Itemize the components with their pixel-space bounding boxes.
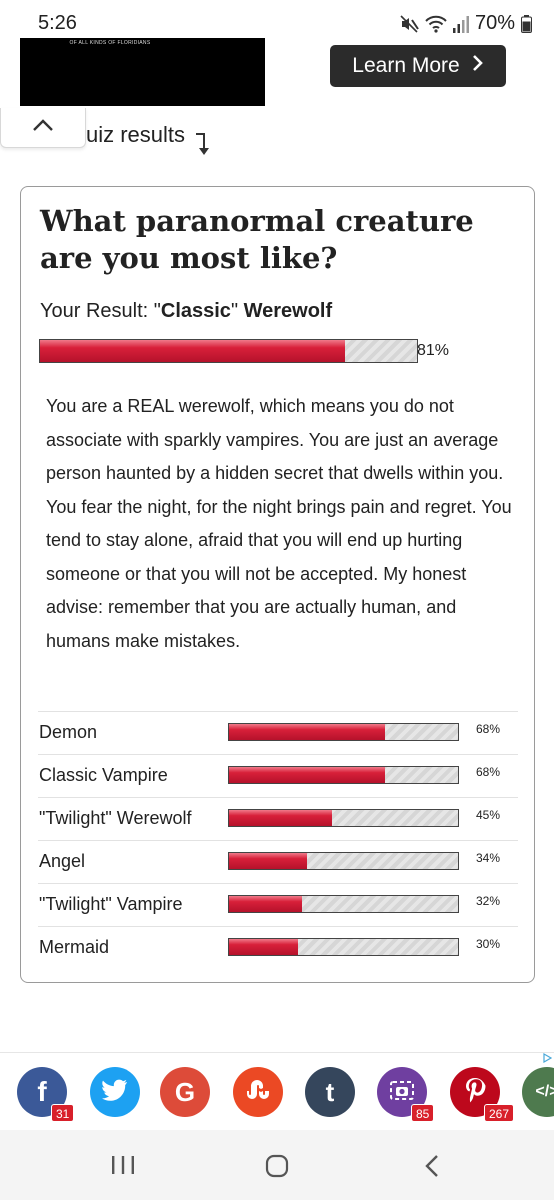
quiz-result-card: What paranormal creature are you most li… xyxy=(20,186,535,983)
ad-banner: OF ALL KINDS OF FLORIDIANS Learn More xyxy=(0,38,554,108)
facebook-icon: f xyxy=(37,1076,47,1107)
wifi-icon xyxy=(425,14,447,34)
main-result-bar xyxy=(39,339,418,363)
result-row-label: Mermaid xyxy=(39,937,110,957)
learn-more-button[interactable]: Learn More xyxy=(330,45,506,87)
result-row-bar xyxy=(228,809,459,827)
quiz-title: What paranormal creature are you most li… xyxy=(40,204,474,275)
battery-percent: 70% xyxy=(474,12,515,34)
result-row-label: "Twilight" Werewolf xyxy=(39,808,192,828)
embed-icon: </> xyxy=(535,1083,554,1100)
twitter-share-button[interactable] xyxy=(90,1067,140,1117)
result-row: "Twilight" Werewolf 45% xyxy=(38,797,518,840)
result-bold: Classic xyxy=(160,300,231,322)
home-icon xyxy=(265,1154,289,1178)
result-row-bar xyxy=(228,895,459,913)
result-row-bar-fill xyxy=(229,853,307,869)
home-button[interactable] xyxy=(265,1154,289,1183)
recent-apps-button[interactable] xyxy=(110,1154,136,1181)
twitter-icon xyxy=(102,1079,128,1106)
result-row-percent: 30% xyxy=(476,937,501,951)
share-count-badge: 85 xyxy=(411,1104,435,1122)
result-row-bar-fill xyxy=(229,939,298,955)
tumblr-icon: t xyxy=(325,1076,335,1107)
collapse-ad-button[interactable] xyxy=(0,108,86,148)
main-result-percent: 81% xyxy=(417,342,450,359)
embed-share-button[interactable]: </> xyxy=(522,1067,554,1117)
ad-image-text: OF ALL KINDS OF FLORIDIANS xyxy=(69,40,151,46)
back-icon xyxy=(425,1155,438,1177)
result-row: "Twilight" Vampire 32% xyxy=(38,883,518,926)
result-suffix: " xyxy=(230,300,244,322)
chevron-right-icon xyxy=(472,54,484,78)
share-bar: f 31 Gt 85 267 </> xyxy=(0,1052,554,1130)
stumbleupon-icon xyxy=(245,1079,271,1106)
result-row-bar-fill xyxy=(229,896,303,912)
google-icon: G xyxy=(174,1076,196,1107)
result-row: Mermaid 30% xyxy=(38,926,518,969)
result-row-bar xyxy=(228,723,459,741)
pinterest-icon xyxy=(463,1077,487,1108)
battery-icon xyxy=(521,14,532,33)
result-row-bar-fill xyxy=(229,724,385,740)
result-row: Angel 34% xyxy=(38,840,518,883)
result-prefix: Your Result: " xyxy=(40,300,161,322)
result-row-percent: 68% xyxy=(476,722,501,736)
result-row: Demon 68% xyxy=(38,711,518,754)
result-row-percent: 45% xyxy=(476,808,501,822)
result-row-label: Demon xyxy=(39,722,98,742)
result-row: Classic Vampire 68% xyxy=(38,754,518,797)
recent-apps-icon xyxy=(112,1156,134,1174)
result-row-bar xyxy=(228,852,459,870)
quiz-results-label: uiz results xyxy=(86,122,186,147)
status-time: 5:26 xyxy=(38,12,77,34)
back-button[interactable] xyxy=(424,1154,440,1183)
your-result: Your Result: "Classic" Werewolf xyxy=(40,300,332,323)
result-description: You are a REAL werewolf, which means you… xyxy=(46,396,512,651)
result-row-percent: 34% xyxy=(476,851,501,865)
result-row-bar-fill xyxy=(229,767,385,783)
screenshot-icon xyxy=(389,1078,415,1107)
result-name: Werewolf xyxy=(243,300,333,322)
result-row-bar-fill xyxy=(229,810,333,826)
down-arrow-icon xyxy=(196,132,210,161)
mute-icon xyxy=(399,14,419,34)
result-row-bar xyxy=(228,938,459,956)
other-results-list: Demon 68% Classic Vampire 68% "Twilight" Wer… xyxy=(38,711,518,969)
result-row-label: Angel xyxy=(39,851,86,871)
result-row-bar xyxy=(228,766,459,784)
share-count-badge: 31 xyxy=(51,1104,75,1122)
result-row-percent: 32% xyxy=(476,894,501,908)
ad-image[interactable]: OF ALL KINDS OF FLORIDIANS xyxy=(20,38,265,106)
adchoices-icon[interactable] xyxy=(543,1052,553,1065)
status-indicators: 70% xyxy=(399,12,532,35)
share-count-badge: 267 xyxy=(484,1104,515,1122)
tumblr-share-button[interactable]: t xyxy=(305,1067,355,1117)
result-row-label: Classic Vampire xyxy=(39,765,168,785)
chevron-up-icon xyxy=(32,118,54,137)
signal-icon xyxy=(452,15,469,33)
result-row-percent: 68% xyxy=(476,765,501,779)
google-share-button[interactable]: G xyxy=(160,1067,210,1117)
result-row-label: "Twilight" Vampire xyxy=(39,894,183,914)
learn-more-label: Learn More xyxy=(352,54,460,77)
main-result-bar-fill xyxy=(40,340,346,362)
android-nav-bar xyxy=(0,1130,554,1200)
stumbleupon-share-button[interactable] xyxy=(233,1067,283,1117)
